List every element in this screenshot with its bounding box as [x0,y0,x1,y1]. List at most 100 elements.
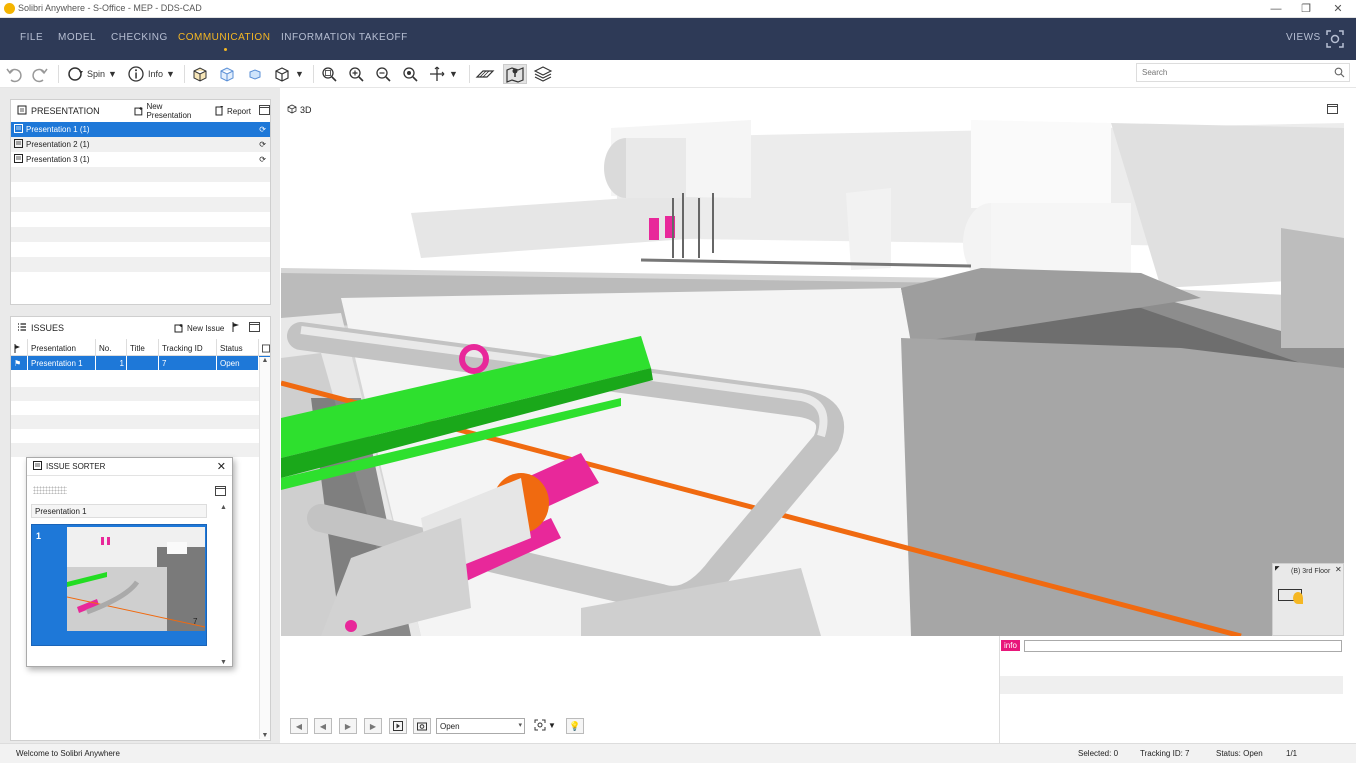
report-button[interactable]: Report [214,106,251,116]
chevron-down-icon[interactable]: ▾ [518,721,522,729]
column-chooser-icon[interactable] [259,339,270,355]
flag-column-icon[interactable] [11,339,28,355]
close-icon[interactable]: ✕ [217,460,226,473]
search-box[interactable] [1136,63,1350,82]
column-title[interactable]: Title [127,339,159,355]
previous-slide-button[interactable]: ◀ [314,718,332,734]
play-icon[interactable] [389,718,407,734]
presentation-item[interactable]: Presentation 1 (1) ⟳ [11,122,270,137]
new-issue-button[interactable]: New Issue [174,323,224,333]
transparency-icon[interactable] [217,64,237,84]
menu-checking[interactable]: CHECKING [111,32,168,43]
cube-icon [287,104,297,116]
column-status[interactable]: Status [217,339,259,355]
section-plane-icon[interactable] [475,64,495,84]
cell-status: Open [217,356,259,370]
menu-model[interactable]: MODEL [58,32,96,43]
list-icon [17,322,27,334]
table-row[interactable]: ⚑ Presentation 1 1 7 Open [11,356,270,370]
model-view-icon[interactable] [190,64,210,84]
slide-preview-image: 7 [67,527,205,631]
maximize-panel-icon[interactable] [249,322,261,334]
presentation-title: PRESENTATION [31,106,100,116]
camera-options-button[interactable]: ▼ [534,719,556,731]
column-tracking-id[interactable]: Tracking ID [159,339,217,355]
flag-icon[interactable] [232,322,241,334]
search-input[interactable] [1142,68,1322,77]
sorter-group-label: Presentation 1 [31,504,207,518]
redo-icon[interactable] [31,64,49,84]
column-presentation[interactable]: Presentation [28,339,96,355]
spin-label: Spin [87,69,106,79]
drag-handle[interactable] [33,486,67,494]
zoom-in-icon[interactable] [347,64,365,84]
new-presentation-icon [134,107,142,116]
status-select-value[interactable]: Open [436,718,525,734]
floor-minimap[interactable]: ◤ (B) 3rd Floor ✕ [1272,563,1344,636]
close-window-button[interactable]: ✕ [1323,1,1353,17]
next-slide-button[interactable]: ▶ [339,718,357,734]
report-icon [215,106,224,116]
camera-options-dropdown-icon[interactable]: ▼ [548,721,556,730]
floor-label: (B) 3rd Floor [1291,568,1331,575]
presentation-header: PRESENTATION New Presentation Report [11,100,270,122]
presentation-item[interactable]: Presentation 3 (1) ⟳ [11,152,270,167]
zoom-out-icon[interactable] [374,64,392,84]
box-view-dropdown-icon[interactable]: ▼ [295,69,304,79]
zoom-fit-icon[interactable] [320,64,338,84]
info-button[interactable]: Info ▼ [127,64,175,84]
sorter-scrollbar[interactable]: ▲ ▼ [220,504,230,666]
3d-viewport[interactable]: ◤ (B) 3rd Floor ✕ [281,98,1344,636]
slide-thumbnail[interactable]: 1 7 [31,524,207,646]
pan-button[interactable]: ▼ [428,64,458,84]
status-bar: Welcome to Solibri Anywhere Selected: 0 … [0,743,1356,763]
pan-dropdown-icon[interactable]: ▼ [449,69,458,79]
app-logo-icon [4,3,15,14]
search-icon[interactable] [1334,67,1345,80]
spin-dropdown-icon[interactable]: ▼ [108,69,117,79]
box-view-button[interactable]: ▼ [272,64,304,84]
views-camera-icon[interactable] [1325,29,1345,49]
new-presentation-button[interactable]: New Presentation [134,102,208,120]
spin-button[interactable]: Spin ▼ [66,64,117,84]
hide-icon[interactable] [244,64,264,84]
spin-icon [68,67,83,81]
menu-information-takeoff[interactable]: INFORMATION TAKEOFF [281,32,408,43]
close-minimap-icon[interactable]: ✕ [1335,565,1342,574]
expand-icon[interactable]: ◤ [1275,565,1280,572]
cell-tracking-id: 7 [159,356,217,370]
minimize-button[interactable]: — [1261,1,1291,17]
screenshot-icon[interactable] [413,718,431,734]
zoom-selected-icon[interactable] [401,64,419,84]
menu-communication[interactable]: COMMUNICATION [178,32,270,51]
issues-table-header: Presentation No. Title Tracking ID Statu… [11,339,270,356]
status-select[interactable]: Open ▾ [436,718,525,734]
refresh-icon[interactable]: ⟳ [259,125,266,134]
new-presentation-label: New Presentation [146,102,192,120]
report-label: Report [226,106,251,116]
menu-file[interactable]: FILE [20,32,43,43]
maximize-panel-icon[interactable] [259,105,270,117]
light-bulb-icon[interactable]: 💡 [566,718,584,734]
pan-icon [430,66,445,81]
maximize-panel-icon[interactable] [215,486,226,498]
undo-icon[interactable] [5,64,23,84]
thumbnail-tracking-number: 7 [193,617,198,626]
presentation-item[interactable]: Presentation 2 (1) ⟳ [11,137,270,152]
issues-scrollbar[interactable]: ▲ ▼ [259,357,270,739]
maximize-viewport-icon[interactable] [1327,104,1338,116]
last-slide-button[interactable]: ▶ [364,718,382,734]
column-no[interactable]: No. [96,339,127,355]
issues-header: ISSUES New Issue [11,317,270,339]
views-menu[interactable]: VIEWS [1286,32,1321,43]
layers-icon[interactable] [533,64,553,84]
refresh-icon[interactable]: ⟳ [259,140,266,149]
location-map-icon[interactable] [503,64,527,84]
maximize-button[interactable]: ❐ [1291,1,1321,17]
info-dropdown-icon[interactable]: ▼ [166,69,175,79]
first-slide-button[interactable]: ◀ [290,718,308,734]
cell-presentation: Presentation 1 [28,356,96,370]
refresh-icon[interactable]: ⟳ [259,155,266,164]
camera-position-icon [1293,592,1303,604]
info-input[interactable] [1024,640,1342,652]
